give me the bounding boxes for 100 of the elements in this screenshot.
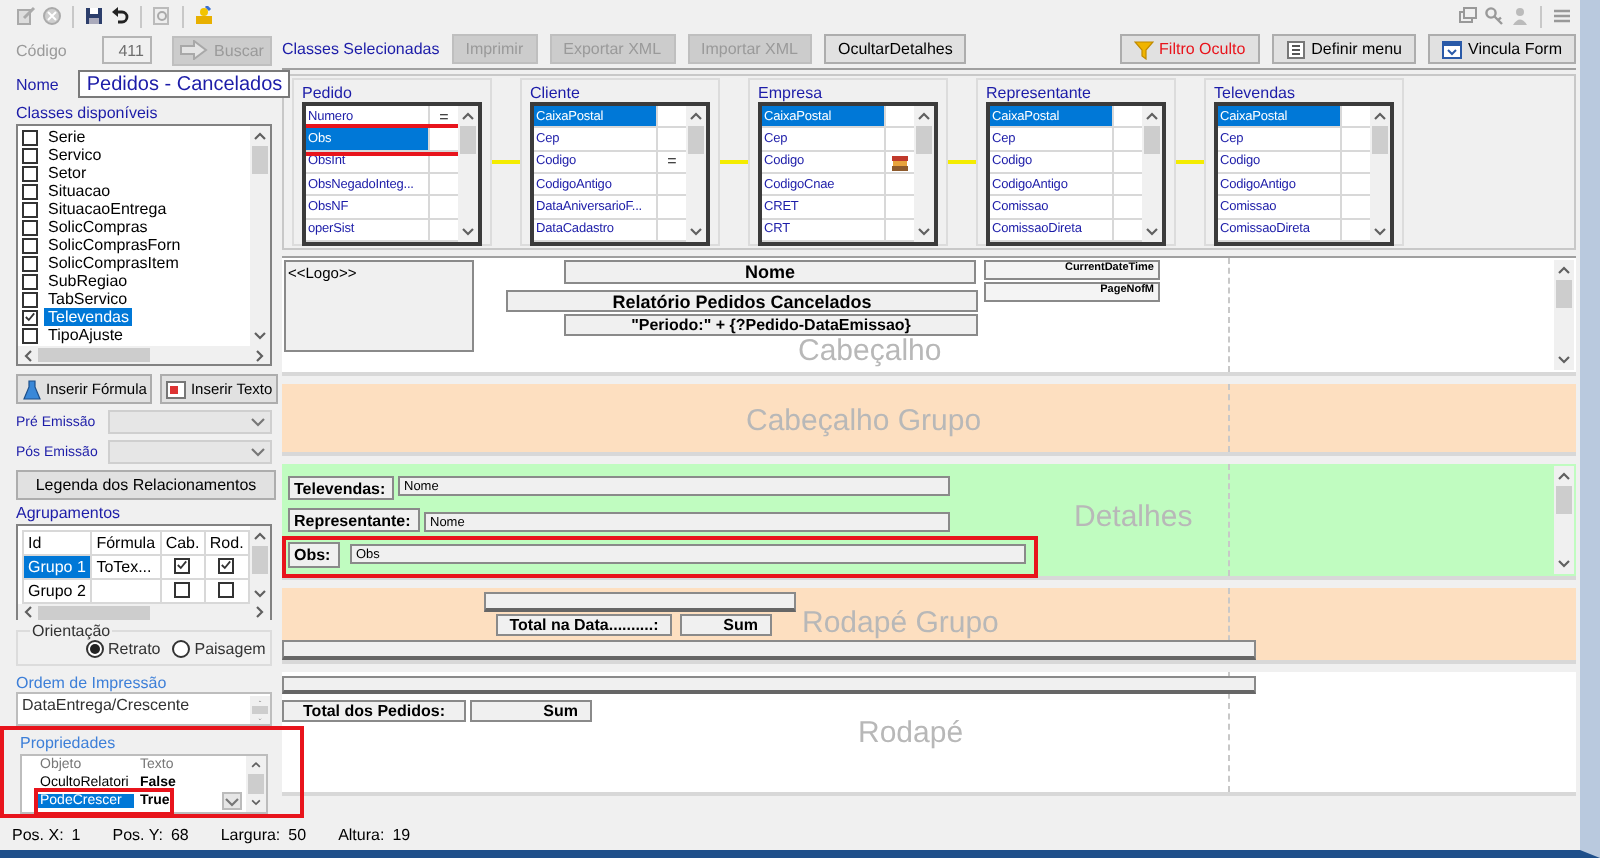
chevron-up-icon[interactable]	[1144, 110, 1160, 122]
checkbox[interactable]	[22, 327, 38, 343]
print-order-field[interactable]: DataEntrega/Crescente	[16, 692, 272, 726]
chevron-down-icon[interactable]	[250, 446, 266, 458]
scroll-thumb[interactable]	[1144, 126, 1160, 154]
checkbox[interactable]	[22, 219, 38, 235]
user-icon[interactable]	[194, 6, 214, 26]
report-field: "Periodo:" + {?Pedido-DataEmissao}	[564, 314, 978, 336]
checkbox[interactable]	[22, 237, 38, 253]
scroll-thumb[interactable]	[1556, 486, 1572, 514]
class-item[interactable]: SolicComprasItem	[44, 254, 183, 272]
chevron-left-icon[interactable]	[22, 347, 34, 363]
scrollbar[interactable]	[18, 604, 270, 620]
class-item[interactable]: SolicCompras	[44, 218, 152, 236]
class-item[interactable]: TabServico	[44, 290, 132, 308]
class-item[interactable]: SituacaoEntrega	[44, 200, 171, 218]
class-item[interactable]: SubRegiao	[44, 272, 132, 290]
scroll-thumb[interactable]	[252, 146, 268, 174]
radio-label: Retrato	[108, 639, 161, 657]
chevron-down-icon[interactable]	[252, 588, 268, 600]
scroll-thumb[interactable]	[38, 605, 150, 619]
tool-button[interactable]: Filtro Oculto	[1119, 34, 1260, 64]
class-item[interactable]: SolicComprasForn	[44, 236, 185, 254]
class-item[interactable]: Setor	[44, 164, 91, 182]
checkbox[interactable]	[218, 581, 235, 597]
chevron-up-icon[interactable]	[252, 130, 268, 142]
scroll-thumb[interactable]	[1556, 280, 1572, 308]
chevron-right-icon[interactable]	[254, 604, 266, 620]
radio-button[interactable]	[172, 639, 191, 657]
chevron-down-icon[interactable]	[1144, 226, 1160, 238]
chevron-down-icon[interactable]	[250, 416, 266, 428]
chevron-up-icon[interactable]	[1556, 470, 1572, 482]
checkbox[interactable]	[174, 557, 191, 574]
chevron-down-icon[interactable]	[252, 330, 268, 342]
checkbox[interactable]	[22, 129, 38, 145]
chevron-down-icon[interactable]	[916, 226, 932, 238]
scrollbar[interactable]	[1142, 106, 1162, 242]
scroll-thumb[interactable]	[252, 706, 268, 714]
name-field[interactable]: Pedidos - Cancelados	[78, 70, 291, 98]
grid-cell[interactable]: Grupo 1	[23, 555, 92, 579]
scrollbar[interactable]	[250, 126, 270, 346]
scrollbar[interactable]	[1370, 106, 1390, 242]
chevron-down-icon[interactable]	[460, 226, 476, 238]
scroll-thumb[interactable]	[252, 546, 268, 574]
scroll-thumb[interactable]	[460, 126, 476, 154]
chevron-up-icon[interactable]	[1556, 264, 1572, 276]
text-icon	[166, 379, 187, 399]
band-label: Cabeçalho	[798, 334, 942, 368]
scrollbar[interactable]	[18, 346, 270, 364]
relation-line	[948, 160, 976, 164]
scroll-thumb[interactable]	[248, 773, 264, 795]
chevron-up-icon[interactable]	[1372, 110, 1388, 122]
checkbox[interactable]	[22, 255, 38, 271]
scrollbar[interactable]	[914, 106, 934, 242]
checkbox[interactable]	[22, 309, 38, 325]
chevron-up-icon[interactable]	[460, 110, 476, 122]
class-item[interactable]: Situacao	[44, 182, 115, 200]
checkbox[interactable]	[174, 581, 191, 597]
chevron-down-icon[interactable]	[688, 226, 704, 238]
chevron-down-icon[interactable]	[1556, 558, 1572, 570]
checkbox[interactable]	[22, 183, 38, 199]
report-label: Representante:	[288, 508, 420, 532]
legend-button[interactable]: Legenda dos Relacionamentos	[16, 470, 276, 500]
class-title: Pedido	[302, 84, 354, 102]
checkbox[interactable]	[22, 165, 38, 181]
checkbox[interactable]	[22, 291, 38, 307]
chevron-up-icon[interactable]	[252, 530, 268, 542]
scroll-thumb[interactable]	[688, 126, 704, 154]
radio-button[interactable]	[86, 639, 104, 657]
chevron-down-icon[interactable]	[1372, 226, 1388, 238]
chevron-down-icon[interactable]	[1556, 354, 1572, 366]
scrollbar[interactable]	[1554, 466, 1574, 574]
chevron-left-icon[interactable]	[22, 604, 34, 620]
undo-icon[interactable]	[110, 6, 130, 26]
checkbox[interactable]	[22, 147, 38, 163]
tool-button[interactable]: Definir menu	[1271, 34, 1417, 64]
class-item[interactable]: Televendas	[44, 308, 133, 326]
scrollbar[interactable]	[250, 696, 270, 724]
save-icon[interactable]	[84, 6, 104, 26]
class-item[interactable]: Serie	[44, 128, 90, 146]
menu-list-icon	[1285, 39, 1306, 59]
class-item[interactable]: Servico	[44, 146, 106, 164]
checkbox[interactable]	[22, 273, 38, 289]
scrollbar[interactable]	[250, 526, 270, 604]
scroll-thumb[interactable]	[38, 348, 150, 362]
tool-button[interactable]: Vincula Form	[1428, 34, 1576, 64]
scroll-thumb[interactable]	[1372, 126, 1388, 154]
scrollbar[interactable]	[458, 106, 478, 242]
chevron-up-icon[interactable]	[248, 760, 264, 770]
scrollbar[interactable]	[1554, 260, 1574, 370]
chevron-up-icon[interactable]	[916, 110, 932, 122]
scrollbar[interactable]	[686, 106, 706, 242]
checkbox[interactable]	[22, 201, 38, 217]
scroll-thumb[interactable]	[916, 126, 932, 154]
checkbox[interactable]	[218, 557, 235, 574]
chevron-right-icon[interactable]	[254, 347, 266, 363]
chevron-up-icon[interactable]	[688, 110, 704, 122]
action-button[interactable]: OcultarDetalhes	[823, 34, 967, 64]
class-item[interactable]: TipoAjuste	[44, 326, 127, 344]
scrollbar[interactable]	[246, 756, 266, 812]
